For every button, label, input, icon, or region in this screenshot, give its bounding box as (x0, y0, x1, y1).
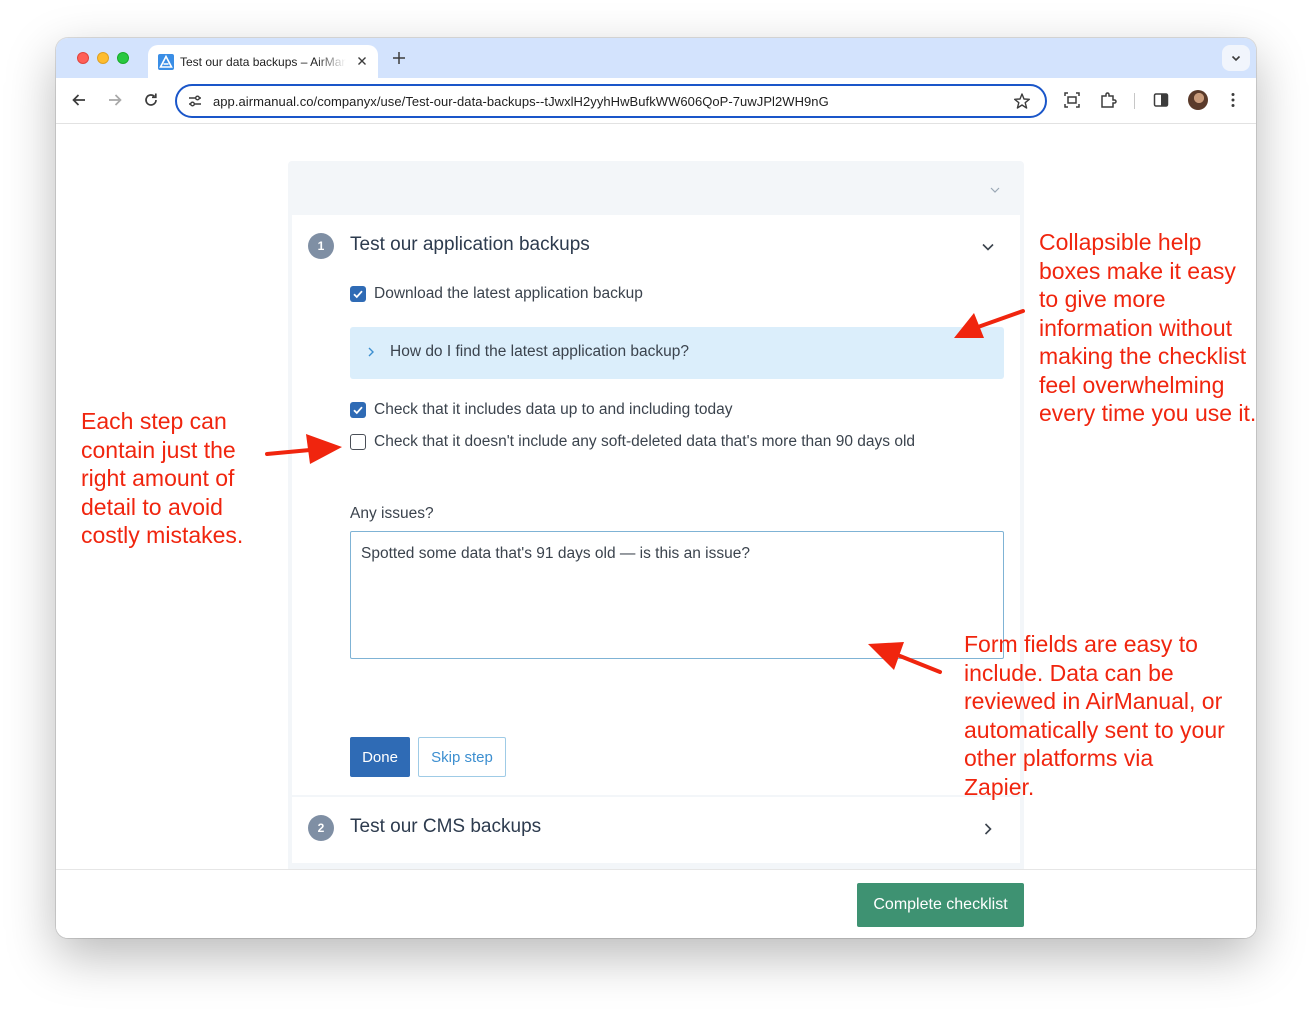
annotation-line: other platforms via (964, 745, 1154, 771)
bookmark-star-icon[interactable] (1013, 92, 1031, 110)
checklist-item-label: Check that it includes data up to and in… (374, 401, 733, 418)
annotation-line: contain just the (81, 436, 236, 463)
annotation-line: making the checklist (1039, 343, 1247, 369)
back-arrow-icon[interactable] (70, 91, 88, 109)
annotation-line: Zapier. (964, 773, 1035, 800)
check-icon (353, 406, 363, 415)
side-panel-icon[interactable] (1152, 91, 1170, 109)
checklist-item-label: Check that it doesn't include any soft-d… (374, 433, 916, 450)
close-window-button[interactable] (77, 52, 89, 64)
annotation-arrow-icon (265, 434, 342, 464)
more-menu-icon[interactable] (1224, 91, 1242, 109)
annotation-line: Each step can (81, 408, 227, 434)
annotation-line: detail to avoid (81, 493, 223, 520)
reload-icon[interactable] (142, 91, 160, 109)
checklist-footer: Complete checklist (56, 869, 1256, 938)
annotation-form-fields: Form fields are easy to include. Data ca… (964, 630, 1264, 801)
checkbox-checked[interactable] (350, 402, 366, 418)
help-box-toggle[interactable]: How do I find the latest application bac… (350, 327, 1004, 379)
annotation-line: information without (1039, 314, 1233, 341)
checklist-item-label: Download the latest application backup (374, 285, 643, 302)
checklist-item[interactable]: Check that it doesn't include any soft-d… (350, 432, 1000, 452)
checklist-item[interactable]: Download the latest application backup (350, 284, 1000, 304)
annotation-line: boxes make it easy (1039, 257, 1236, 284)
step-title[interactable]: Test our CMS backups (350, 816, 541, 838)
annotation-line: every time you use it. (1039, 400, 1257, 426)
annotation-line: feel overwhelming (1039, 371, 1225, 398)
tab-search-button[interactable] (1222, 45, 1250, 71)
done-button[interactable]: Done (350, 737, 410, 777)
toolbar-separator (1134, 93, 1135, 109)
annotation-line: to give more (1039, 286, 1166, 312)
annotation-line: include. Data can be (964, 659, 1174, 686)
issues-field-label: Any issues? (350, 505, 434, 522)
step-2-panel[interactable]: 2 Test our CMS backups (292, 797, 1020, 863)
skip-step-button[interactable]: Skip step (418, 737, 506, 777)
new-tab-plus-icon[interactable] (390, 49, 408, 67)
annotation-collapsible-help: Collapsible help boxes make it easy to g… (1039, 228, 1309, 428)
tab-title: Test our data backups – AirManual (180, 55, 346, 69)
complete-checklist-button[interactable]: Complete checklist (857, 883, 1024, 927)
url-text: app.airmanual.co/companyx/use/Test-our-d… (213, 94, 829, 109)
checkbox-checked[interactable] (350, 286, 366, 302)
help-box-title: How do I find the latest application bac… (390, 343, 689, 360)
step-number-badge: 1 (308, 233, 334, 259)
address-bar[interactable]: app.airmanual.co/companyx/use/Test-our-d… (175, 84, 1047, 118)
annotation-line: reviewed in AirManual, or (964, 688, 1223, 714)
annotation-line: Form fields are easy to (964, 631, 1198, 657)
annotation-arrow-icon (954, 309, 1025, 338)
chevron-down-icon (1231, 55, 1241, 62)
chevron-right-icon[interactable] (980, 821, 996, 837)
chevron-right-icon (368, 347, 374, 357)
screenshot-icon[interactable] (1063, 91, 1081, 109)
annotation-arrow-icon (868, 642, 942, 674)
site-settings-icon[interactable] (187, 93, 203, 109)
close-tab-icon[interactable] (354, 53, 370, 69)
annotation-line: costly mistakes. (81, 522, 244, 548)
annotation-line: Collapsible help (1039, 229, 1202, 255)
annotation-step-detail: Each step can contain just the right amo… (81, 407, 281, 550)
browser-toolbar: app.airmanual.co/companyx/use/Test-our-d… (56, 78, 1256, 124)
step-title[interactable]: Test our application backups (350, 234, 590, 256)
annotation-line: automatically sent to your (964, 716, 1225, 743)
step-1-panel: 1 Test our application backups Download … (292, 215, 1020, 795)
chevron-down-icon[interactable] (988, 183, 1002, 197)
chevron-down-icon[interactable] (980, 239, 996, 255)
forward-arrow-icon[interactable] (106, 91, 124, 109)
checkbox-unchecked[interactable] (350, 434, 366, 450)
minimize-window-button[interactable] (97, 52, 109, 64)
maximize-window-button[interactable] (117, 52, 129, 64)
step-number-badge: 2 (308, 815, 334, 841)
checklist-item[interactable]: Check that it includes data up to and in… (350, 400, 1000, 420)
active-tab[interactable]: Test our data backups – AirManual (148, 45, 378, 78)
airmanual-favicon-icon (158, 54, 174, 70)
profile-avatar[interactable] (1188, 90, 1208, 110)
tab-strip: Test our data backups – AirManual (56, 38, 1256, 78)
annotation-line: right amount of (81, 465, 235, 491)
extensions-puzzle-icon[interactable] (1099, 91, 1117, 109)
checklist-card: 1 Test our application backups Download … (288, 161, 1024, 881)
check-icon (353, 290, 363, 299)
